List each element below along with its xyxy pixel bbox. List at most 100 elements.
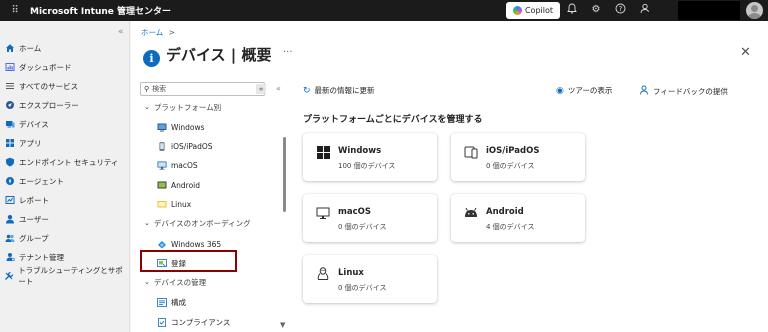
platform-card-macos[interactable]: macOS 0 個のデバイス: [303, 194, 437, 242]
nav-item-groups[interactable]: グループ: [4, 230, 49, 246]
feedback-icon[interactable]: [637, 3, 651, 17]
card-title: Android: [486, 207, 524, 217]
nav-item-tenant-admin[interactable]: テナント管理: [4, 249, 64, 265]
android-icon: [464, 206, 478, 220]
cloud-pc-icon: [157, 240, 167, 249]
nav-item-home[interactable]: ホーム: [4, 40, 41, 56]
home-icon: [4, 43, 15, 54]
collapse-menu-icon[interactable]: «: [276, 84, 281, 93]
chevron-down-icon: ⌄: [144, 219, 150, 227]
resource-menu-scrollbar[interactable]: [283, 137, 286, 212]
menu-item-macos[interactable]: macOS: [157, 158, 198, 172]
group-icon: [4, 233, 15, 244]
page-title: デバイス | 概要: [166, 46, 272, 64]
menu-item-android[interactable]: Android: [157, 178, 200, 192]
bell-icon[interactable]: [565, 3, 579, 17]
nav-label: エンドポイント セキュリティ: [19, 157, 119, 167]
filter-toggle-icon[interactable]: ≑: [256, 84, 266, 94]
nav-item-apps[interactable]: アプリ: [4, 135, 42, 151]
nav-item-devices[interactable]: デバイス: [4, 116, 49, 132]
nav-label: エージェント: [19, 176, 64, 186]
reports-icon: [4, 195, 15, 206]
section-title: プラットフォームごとにデバイスを管理する: [303, 115, 483, 125]
menu-label: 構成: [171, 297, 186, 307]
app-title[interactable]: Microsoft Intune 管理センター: [30, 4, 171, 17]
group-onboarding[interactable]: ⌄ デバイスのオンボーディング: [144, 216, 251, 230]
highlight-box: [140, 250, 237, 272]
refresh-button[interactable]: ↻ 最新の情報に更新: [303, 85, 375, 96]
nav-item-reports[interactable]: レポート: [4, 192, 49, 208]
mobile-devices-icon: [464, 145, 478, 159]
breadcrumb-separator: >: [168, 28, 175, 37]
card-device-count: 4 個のデバイス: [486, 223, 535, 231]
nav-item-dashboard[interactable]: ダッシュボード: [4, 59, 72, 75]
mobile-icon: [157, 141, 167, 151]
top-bar: ⠿ Microsoft Intune 管理センター Copilot ⚙ ?: [0, 0, 768, 21]
list-icon: [4, 81, 15, 92]
more-options-icon[interactable]: ···: [283, 47, 293, 58]
scroll-down-icon[interactable]: ▼: [280, 321, 285, 329]
menu-item-configuration[interactable]: 構成: [157, 295, 186, 309]
card-device-count: 0 個のデバイス: [338, 223, 387, 231]
nav-item-endpoint-security[interactable]: エンドポイント セキュリティ: [4, 154, 118, 170]
nav-label: デバイス: [19, 119, 49, 129]
card-device-count: 100 個のデバイス: [338, 162, 396, 170]
collapse-nav-icon[interactable]: «: [118, 27, 124, 37]
nav-label: レポート: [19, 195, 49, 205]
windows-icon: [157, 123, 167, 132]
shield-icon: [4, 157, 15, 168]
menu-item-compliance[interactable]: コンプライアンス: [157, 315, 230, 329]
card-title: macOS: [338, 207, 371, 217]
card-device-count: 0 個のデバイス: [338, 284, 387, 292]
monitor-icon: [316, 206, 330, 220]
nav-item-explorer[interactable]: エクスプローラー: [4, 97, 79, 113]
account-name-redacted: [678, 1, 740, 20]
gear-icon[interactable]: ⚙: [589, 3, 603, 17]
nav-item-users[interactable]: ユーザー: [4, 211, 49, 227]
tour-button[interactable]: ◉ ツアーの表示: [556, 85, 612, 96]
linux-icon: [316, 267, 330, 281]
platform-card-windows[interactable]: Windows 100 個のデバイス: [303, 133, 437, 181]
copilot-label: Copilot: [524, 6, 554, 15]
feedback-person-icon: [639, 85, 649, 98]
linux-icon: [157, 200, 167, 209]
refresh-label: 最新の情報に更新: [314, 86, 375, 95]
left-navigation: « ホーム ダッシュボード すべてのサービス エクスプローラー デバイス アプリ…: [0, 21, 130, 332]
eye-icon: ◉: [556, 85, 564, 96]
menu-item-windows-365[interactable]: Windows 365: [157, 237, 221, 251]
group-manage-devices[interactable]: ⌄ デバイスの管理: [144, 275, 206, 289]
nav-item-agents[interactable]: エージェント: [4, 173, 64, 189]
nav-item-all-services[interactable]: すべてのサービス: [4, 78, 78, 94]
menu-label: iOS/iPadOS: [171, 141, 213, 151]
search-icon: ⚲: [144, 85, 150, 93]
configuration-icon: [157, 297, 167, 307]
breadcrumb-home[interactable]: ホーム: [141, 28, 163, 37]
menu-label: Windows 365: [171, 239, 222, 249]
feedback-button[interactable]: フィードバックの提供: [639, 85, 728, 98]
android-icon: [157, 181, 167, 190]
menu-item-windows[interactable]: Windows: [157, 120, 204, 134]
menu-item-linux[interactable]: Linux: [157, 197, 191, 211]
nav-item-troubleshooting[interactable]: トラブルシューティングとサポート: [4, 266, 129, 286]
copilot-button[interactable]: Copilot: [506, 2, 560, 19]
nav-label: ユーザー: [19, 214, 49, 224]
app-launcher-icon[interactable]: ⠿: [0, 5, 30, 16]
help-icon[interactable]: ?: [613, 3, 627, 17]
avatar[interactable]: [746, 2, 763, 19]
tools-icon: [4, 271, 14, 282]
breadcrumb: ホーム >: [141, 27, 175, 38]
group-by-platform[interactable]: ⌄ プラットフォーム別: [144, 100, 221, 114]
tour-label: ツアーの表示: [567, 86, 613, 95]
platform-card-linux[interactable]: Linux 0 個のデバイス: [303, 255, 437, 303]
search-input[interactable]: ⚲ 検索: [140, 82, 265, 96]
close-icon[interactable]: ✕: [740, 45, 751, 60]
nav-label: ホーム: [19, 43, 42, 53]
compliance-icon: [157, 317, 167, 327]
menu-item-ios[interactable]: iOS/iPadOS: [157, 139, 213, 153]
menu-label: Android: [171, 180, 200, 190]
card-device-count: 0 個のデバイス: [486, 162, 535, 170]
platform-card-ios[interactable]: iOS/iPadOS 0 個のデバイス: [451, 133, 585, 181]
info-icon: i: [143, 50, 160, 67]
nav-label: トラブルシューティングとサポート: [18, 266, 123, 286]
platform-card-android[interactable]: Android 4 個のデバイス: [451, 194, 585, 242]
